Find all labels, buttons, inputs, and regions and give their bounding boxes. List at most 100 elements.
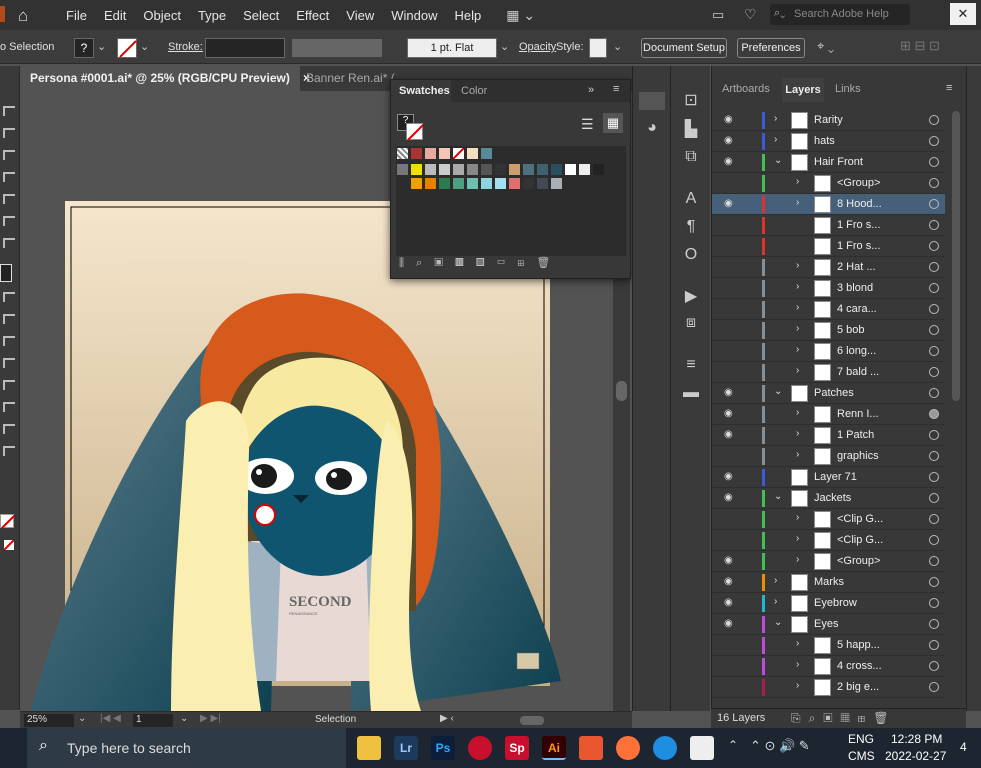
fill-swatch[interactable]: ?	[74, 38, 94, 58]
visibility-eye-icon[interactable]	[724, 177, 736, 189]
visibility-eye-icon[interactable]: ◉	[724, 198, 736, 210]
list-view-icon[interactable]: ☰	[581, 116, 594, 133]
direct-selection-tool-icon[interactable]	[3, 128, 15, 138]
visibility-eye-icon[interactable]	[724, 219, 736, 231]
language-secondary[interactable]: CMS	[848, 749, 875, 763]
expand-arrow-icon[interactable]: ›	[796, 512, 799, 523]
visibility-eye-icon[interactable]: ◉	[724, 471, 736, 483]
layer-row[interactable]: › 3 blond	[712, 278, 945, 299]
target-circle-icon[interactable]	[929, 598, 939, 608]
layer-row[interactable]: › 2 Hat ...	[712, 257, 945, 278]
expand-arrow-icon[interactable]: ⌄	[774, 491, 782, 502]
target-circle-icon[interactable]	[929, 535, 939, 545]
layer-name[interactable]: graphics	[837, 450, 879, 462]
swatch[interactable]	[481, 164, 492, 175]
target-circle-icon[interactable]	[929, 157, 939, 167]
layer-row[interactable]: ◉ ⌄ Jackets	[712, 488, 945, 509]
swatch[interactable]	[495, 164, 506, 175]
layer-name[interactable]: 5 happ...	[837, 639, 880, 651]
target-circle-icon[interactable]	[929, 472, 939, 482]
expand-arrow-icon[interactable]: ›	[796, 554, 799, 565]
layer-row[interactable]: ◉ › Marks	[712, 572, 945, 593]
layer-name[interactable]: 5 bob	[837, 324, 865, 336]
character-dock-icon[interactable]: A	[683, 191, 699, 207]
brush-definition[interactable]: 1 pt. Flat	[407, 38, 497, 58]
swatch[interactable]	[453, 164, 464, 175]
visibility-eye-icon[interactable]: ◉	[724, 135, 736, 147]
expand-arrow-icon[interactable]: ⌄	[774, 386, 782, 397]
clock-date[interactable]: 2022-02-27	[885, 749, 946, 763]
layer-row[interactable]: › <Group>	[712, 173, 945, 194]
expand-arrow-icon[interactable]: ›	[796, 449, 799, 460]
visibility-eye-icon[interactable]: ◉	[724, 156, 736, 168]
tab-links[interactable]: Links	[835, 83, 861, 95]
swatch[interactable]	[537, 178, 548, 189]
notification-badge[interactable]: 4	[960, 740, 967, 754]
line-tool-icon[interactable]	[3, 216, 15, 226]
opacity-label[interactable]: Opacity	[519, 41, 556, 53]
expand-arrow-icon[interactable]: ›	[796, 344, 799, 355]
layer-row[interactable]: › <Clip G...	[712, 530, 945, 551]
stroke-swatch[interactable]	[406, 123, 424, 141]
swatch[interactable]	[425, 148, 436, 159]
layer-name[interactable]: <Group>	[837, 177, 880, 189]
target-circle-icon[interactable]	[929, 451, 939, 461]
help-search[interactable]: ⌕⌄ Search Adobe Help	[770, 4, 910, 25]
panel-menu-icon[interactable]: ≡	[613, 83, 619, 95]
layer-row[interactable]: ◉ › Rarity	[712, 110, 945, 131]
stroke-weight-field[interactable]	[205, 38, 285, 58]
layer-row[interactable]: ◉ › 1 Patch	[712, 425, 945, 446]
swatch[interactable]	[425, 164, 436, 175]
visibility-eye-icon[interactable]: ◉	[724, 492, 736, 504]
edge-icon[interactable]	[653, 736, 677, 760]
opera-icon[interactable]	[468, 736, 492, 760]
layer-row[interactable]: 1 Fro s...	[712, 215, 945, 236]
align-icon[interactable]: ⊞ ⊟ ⊡	[900, 38, 940, 54]
chevron-down-icon[interactable]: ⌄	[500, 40, 509, 53]
swatch[interactable]	[439, 178, 450, 189]
curvature-tool-icon[interactable]	[3, 172, 15, 182]
layer-name[interactable]: Renn I...	[837, 408, 879, 420]
expand-arrow-icon[interactable]: ›	[774, 113, 777, 124]
expand-arrow-icon[interactable]: ›	[774, 134, 777, 145]
photoshop-icon[interactable]: Ps	[431, 736, 455, 760]
layer-name[interactable]: Eyebrow	[814, 597, 857, 609]
horizontal-scroll-thumb[interactable]	[520, 716, 544, 725]
chevron-down-icon[interactable]: ⌄	[613, 40, 622, 53]
layer-name[interactable]: 3 blond	[837, 282, 873, 294]
expand-arrow-icon[interactable]: ›	[796, 407, 799, 418]
expand-arrow-icon[interactable]: ›	[796, 365, 799, 376]
brushes-dock-icon[interactable]: ◕	[644, 120, 660, 136]
layer-row[interactable]: › <Clip G...	[712, 509, 945, 530]
target-circle-icon[interactable]	[929, 367, 939, 377]
graphic-style-swatch[interactable]	[589, 38, 607, 58]
layer-name[interactable]: 1 Fro s...	[837, 219, 880, 231]
grid-view-icon[interactable]: ▦	[603, 113, 623, 133]
layer-name[interactable]: 1 Patch	[837, 429, 874, 441]
swatch-none[interactable]	[452, 147, 465, 160]
paintbrush-tool-icon[interactable]	[0, 264, 12, 282]
layer-row[interactable]: ◉ › Eyebrow	[712, 593, 945, 614]
target-circle-icon[interactable]	[929, 661, 939, 671]
tab-banner[interactable]: Banner Ren.ai* (	[304, 66, 404, 91]
visibility-eye-icon[interactable]	[724, 345, 736, 357]
swatch[interactable]	[495, 178, 506, 189]
target-circle-icon[interactable]	[929, 514, 939, 524]
file-explorer-icon[interactable]	[357, 736, 381, 760]
rectangle-tool-icon[interactable]	[3, 238, 15, 248]
preferences-button[interactable]: Preferences	[737, 38, 805, 58]
scale-tool-icon[interactable]	[3, 336, 15, 346]
layer-name[interactable]: Layer 71	[814, 471, 857, 483]
visibility-eye-icon[interactable]	[724, 261, 736, 273]
target-circle-icon[interactable]	[929, 493, 939, 503]
layer-row[interactable]: 1 Fro s...	[712, 236, 945, 257]
expand-arrow-icon[interactable]: ›	[796, 428, 799, 439]
swatch[interactable]	[481, 178, 492, 189]
swatch[interactable]	[439, 148, 450, 159]
swatch[interactable]	[537, 164, 548, 175]
tab-swatches[interactable]: Swatches	[391, 80, 451, 102]
target-circle-icon[interactable]	[929, 682, 939, 692]
layer-row[interactable]: ◉ ⌄ Hair Front	[712, 152, 945, 173]
clock-time[interactable]: 12:28 PM	[891, 732, 942, 746]
pathfinder-dock-icon[interactable]: ⧉	[683, 149, 699, 165]
